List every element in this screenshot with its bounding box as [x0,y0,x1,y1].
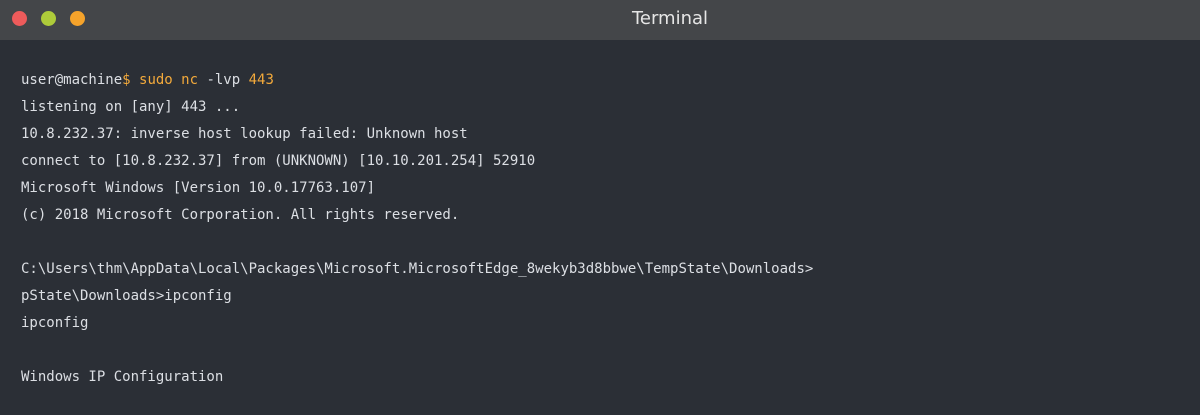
terminal-line: ipconfig [21,315,89,331]
terminal-window: Terminal user@machine$ sudo nc -lvp 443 … [0,0,1200,415]
title-bar[interactable]: Terminal [0,0,1200,40]
terminal-line: listening on [any] 443 ... [21,99,241,115]
terminal-line: pState\Downloads>ipconfig [21,288,232,304]
prompt-args: -lvp [206,72,249,88]
window-title: Terminal [631,8,709,29]
prompt-user-host: user@machine [21,72,123,88]
terminal-line: C:\Users\thm\AppData\Local\Packages\Micr… [21,261,814,277]
terminal-line: 10.8.232.37: inverse host lookup failed:… [21,126,468,142]
prompt-symbol: $ [122,72,131,88]
terminal-output[interactable]: user@machine$ sudo nc -lvp 443 listening… [21,67,1200,391]
terminal-line: (c) 2018 Microsoft Corporation. All righ… [21,207,460,223]
prompt-command: sudo nc [130,72,207,88]
prompt-line: user@machine$ sudo nc -lvp 443 [21,67,1200,94]
terminal-line: connect to [10.8.232.37] from (UNKNOWN) … [21,153,536,169]
terminal-line: Microsoft Windows [Version 10.0.17763.10… [21,180,376,196]
terminal-line: Windows IP Configuration [21,369,224,385]
prompt-port: 443 [248,72,274,88]
